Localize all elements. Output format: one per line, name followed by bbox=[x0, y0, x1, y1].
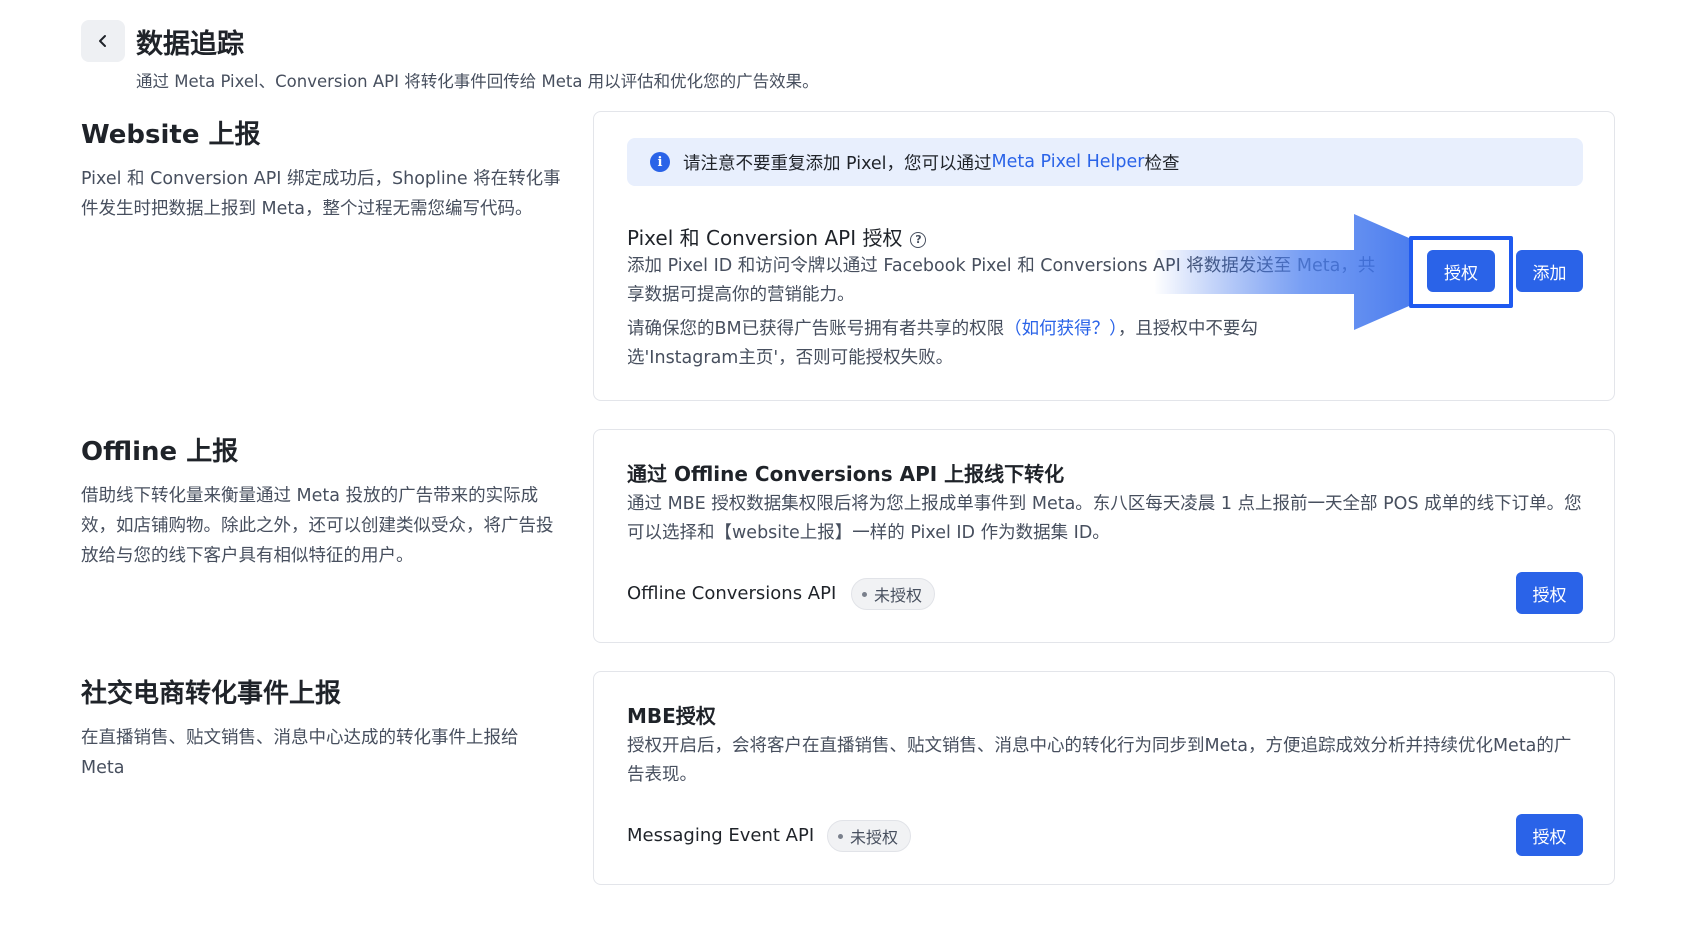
offline-card: 通过 Offline Conversions API 上报线下转化 通过 MBE… bbox=[593, 429, 1615, 643]
mbe-api-label: Messaging Event API bbox=[627, 825, 815, 846]
page-title: 数据追踪 bbox=[136, 29, 244, 60]
info-icon: i bbox=[650, 152, 670, 172]
offline-card-title: 通过 Offline Conversions API 上报线下转化 bbox=[627, 462, 1065, 486]
website-section-description: Pixel 和 Conversion API 绑定成功后，Shopline 将在… bbox=[81, 169, 561, 219]
website-section-title: Website 上报 bbox=[81, 120, 261, 150]
back-button[interactable] bbox=[81, 20, 125, 62]
offline-status-text: 未授权 bbox=[874, 586, 923, 605]
mbe-status-badge: 未授权 bbox=[827, 820, 912, 852]
chevron-left-icon bbox=[99, 35, 106, 47]
note-text: 请确保您的BM已获得广告账号拥有者共享的权限 bbox=[627, 319, 1005, 339]
offline-authorize-button[interactable]: 授权 bbox=[1516, 572, 1583, 614]
mbe-card-description: 授权开启后，会将客户在直播销售、贴文销售、消息中心的转化行为同步到Meta，方便… bbox=[627, 736, 1572, 785]
how-to-get-link[interactable]: （如何获得？） bbox=[1004, 319, 1118, 339]
mbe-authorize-button[interactable]: 授权 bbox=[1516, 814, 1583, 856]
meta-pixel-helper-link[interactable]: Meta Pixel Helper bbox=[992, 152, 1145, 172]
status-dot bbox=[838, 833, 843, 839]
pixel-add-button[interactable]: 添加 bbox=[1516, 250, 1583, 292]
mbe-status-text: 未授权 bbox=[850, 828, 899, 847]
offline-section-description: 借助线下转化量来衡量通过 Meta 投放的广告带来的实际成效，如店铺购物。除此之… bbox=[81, 486, 554, 566]
offline-api-label: Offline Conversions API bbox=[627, 583, 837, 604]
offline-card-description: 通过 MBE 授权数据集权限后将为您上报成单事件到 Meta。东八区每天凌晨 1… bbox=[627, 494, 1582, 543]
offline-status-badge: 未授权 bbox=[851, 578, 936, 610]
pixel-capi-title-text: Pixel 和 Conversion API 授权 bbox=[627, 226, 903, 250]
mbe-card: MBE授权 授权开启后，会将客户在直播销售、贴文销售、消息中心的转化行为同步到M… bbox=[593, 671, 1615, 885]
pixel-notice: i 请注意不要重复添加 Pixel，您可以通过 Meta Pixel Helpe… bbox=[627, 138, 1583, 186]
pixel-capi-title: Pixel 和 Conversion API 授权? bbox=[627, 222, 927, 251]
offline-section-title: Offline 上报 bbox=[81, 437, 239, 467]
pixel-authorize-button[interactable]: 授权 bbox=[1427, 250, 1495, 292]
mbe-card-title: MBE授权 bbox=[627, 704, 716, 728]
website-card: i 请注意不要重复添加 Pixel，您可以通过 Meta Pixel Helpe… bbox=[593, 111, 1615, 401]
page-subtitle: 通过 Meta Pixel、Conversion API 将转化事件回传给 Me… bbox=[136, 72, 819, 91]
notice-text: 请注意不要重复添加 Pixel，您可以通过 bbox=[683, 153, 992, 174]
status-dot bbox=[862, 591, 867, 597]
notice-suffix: 检查 bbox=[1144, 153, 1180, 174]
help-icon[interactable]: ? bbox=[910, 231, 927, 248]
social-section-description: 在直播销售、贴文销售、消息中心达成的转化事件上报给 Meta bbox=[81, 728, 519, 778]
social-section-title: 社交电商转化事件上报 bbox=[81, 679, 342, 709]
